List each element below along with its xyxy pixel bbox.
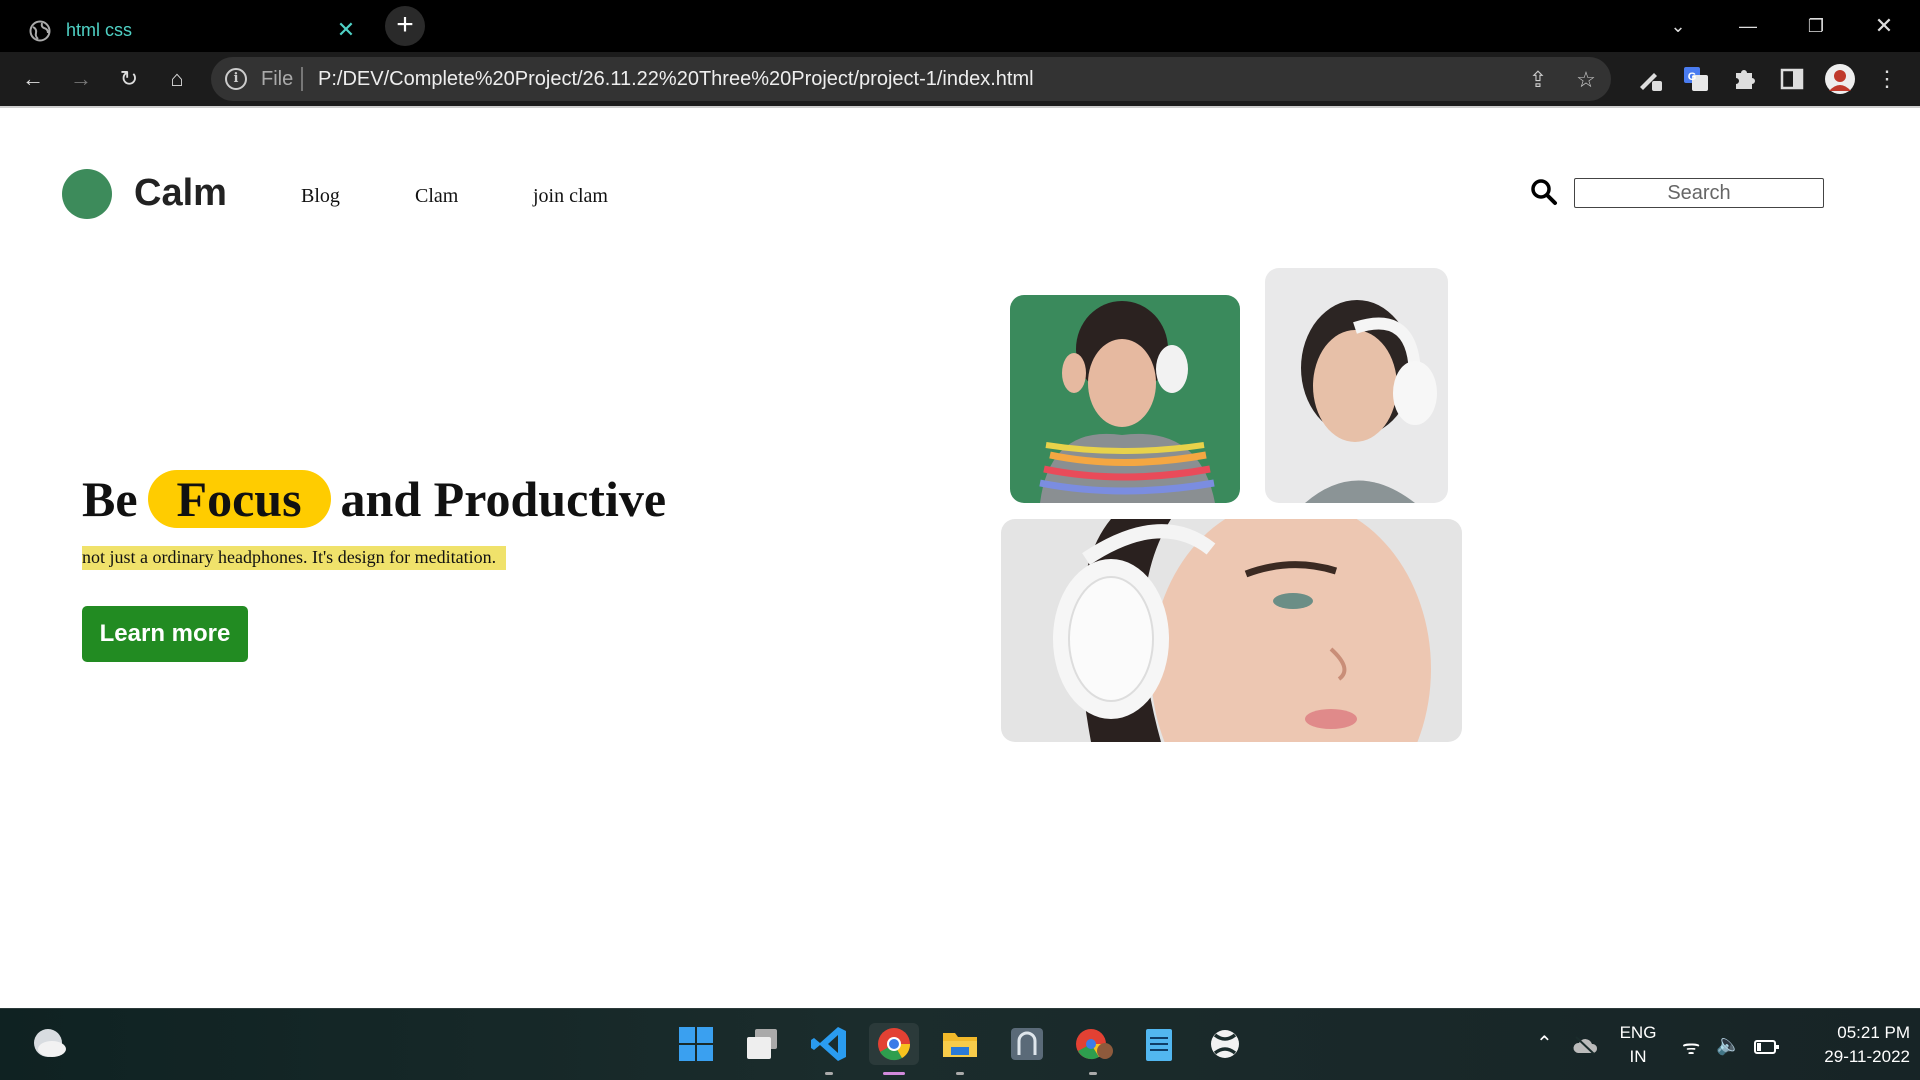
language-code: ENG: [1619, 1023, 1657, 1042]
nav-link-join-clam[interactable]: join clam: [533, 185, 608, 208]
hero-headline: Be Focus and Productive: [82, 470, 666, 528]
url-text[interactable]: P:/DEV/Complete%20Project/26.11.22%20Thr…: [318, 68, 1034, 91]
reload-button[interactable]: ↻: [114, 64, 144, 94]
hero-image-3: [1001, 519, 1462, 742]
forward-button[interactable]: →: [66, 64, 96, 94]
share-icon[interactable]: ⇪: [1525, 67, 1551, 93]
clock-date: 29-11-2022: [1824, 1047, 1910, 1066]
start-windows-icon[interactable]: [675, 1023, 717, 1065]
browser-menu-icon[interactable]: ⋮: [1872, 64, 1902, 94]
profile-avatar[interactable]: [1824, 63, 1856, 95]
scheme-label: File: [261, 68, 294, 90]
browser-toolbar: ← → ↻ ⌂ i File P:/DEV/Complete%20Project…: [0, 52, 1920, 106]
active-indicator: [883, 1072, 905, 1075]
search-icon[interactable]: [1530, 178, 1558, 206]
tab-title: html css: [66, 20, 133, 40]
weather-cloud-icon[interactable]: [28, 1025, 68, 1061]
hero-image-2: [1265, 268, 1448, 503]
task-view-icon[interactable]: [741, 1023, 783, 1065]
app-store-icon[interactable]: [1006, 1023, 1048, 1065]
folder-icon: [943, 1033, 977, 1057]
minimize-button[interactable]: —: [1726, 8, 1770, 44]
close-tab-icon[interactable]: ✕: [334, 18, 358, 42]
site-info-icon[interactable]: i: [225, 68, 247, 90]
headline-before: Be: [82, 471, 138, 527]
new-tab-button[interactable]: +: [385, 6, 425, 46]
chrome-profile-taskbar-button[interactable]: [1072, 1023, 1114, 1075]
search-input[interactable]: [1574, 178, 1824, 208]
svg-text:G: G: [1688, 71, 1697, 83]
windows-taskbar: ⌃ ENG IN ᯤ 🔈 05:21 PM 29-11-2022: [0, 1008, 1920, 1080]
tab-search-icon[interactable]: ⌄: [1656, 8, 1700, 44]
wifi-icon[interactable]: ᯤ: [1682, 1033, 1700, 1060]
logo-text[interactable]: Calm: [134, 172, 227, 215]
nav-link-blog[interactable]: Blog: [301, 185, 340, 208]
running-indicator: [825, 1072, 833, 1075]
chrome-taskbar-button-active[interactable]: [869, 1023, 919, 1075]
chrome-icon: [878, 1028, 911, 1061]
extensions-puzzle-icon[interactable]: [1730, 65, 1758, 93]
restore-button[interactable]: ❐: [1794, 8, 1838, 44]
back-button[interactable]: ←: [18, 64, 48, 94]
notepad-icon[interactable]: [1138, 1023, 1180, 1065]
headline-after: and Productive: [340, 471, 667, 527]
browser-tab[interactable]: html css ✕: [12, 6, 372, 52]
clock-time: 05:21 PM: [1837, 1023, 1910, 1042]
running-indicator: [956, 1072, 964, 1075]
side-panel-icon[interactable]: [1778, 65, 1806, 93]
vscode-taskbar-button[interactable]: [808, 1023, 850, 1075]
home-button[interactable]: ⌂: [162, 64, 192, 94]
learn-more-button[interactable]: Learn more: [82, 606, 248, 662]
tray-overflow-chevron-icon[interactable]: ⌃: [1536, 1031, 1553, 1056]
onedrive-cloud-icon[interactable]: [1572, 1035, 1598, 1055]
browser-titlebar: html css ✕ + ⌄ — ❐ ✕: [0, 0, 1920, 52]
nav-link-clam[interactable]: Clam: [415, 185, 458, 208]
pen-extension-icon[interactable]: [1636, 65, 1664, 93]
logo-circle: [62, 169, 112, 219]
hero-subtext: not just a ordinary headphones. It's des…: [82, 546, 507, 570]
hero-image-1: [1010, 295, 1240, 503]
globe-icon: [29, 20, 51, 42]
region-code: IN: [1629, 1047, 1647, 1066]
headline-highlight: Focus: [147, 470, 331, 528]
xbox-icon[interactable]: [1204, 1023, 1246, 1065]
page-divider: [0, 106, 1920, 108]
running-indicator: [1089, 1072, 1097, 1075]
file-explorer-taskbar-button[interactable]: [939, 1023, 981, 1075]
omnibox-divider: [301, 67, 303, 91]
close-window-button[interactable]: ✕: [1862, 8, 1906, 44]
chrome-icon: [1076, 1029, 1113, 1060]
translate-extension-icon[interactable]: G: [1682, 65, 1710, 93]
vscode-icon: [811, 1027, 846, 1061]
bookmark-star-icon[interactable]: ☆: [1573, 67, 1599, 93]
volume-icon[interactable]: 🔈: [1716, 1032, 1741, 1057]
battery-icon[interactable]: [1754, 1039, 1780, 1055]
address-bar[interactable]: i File P:/DEV/Complete%20Project/26.11.2…: [211, 57, 1611, 101]
